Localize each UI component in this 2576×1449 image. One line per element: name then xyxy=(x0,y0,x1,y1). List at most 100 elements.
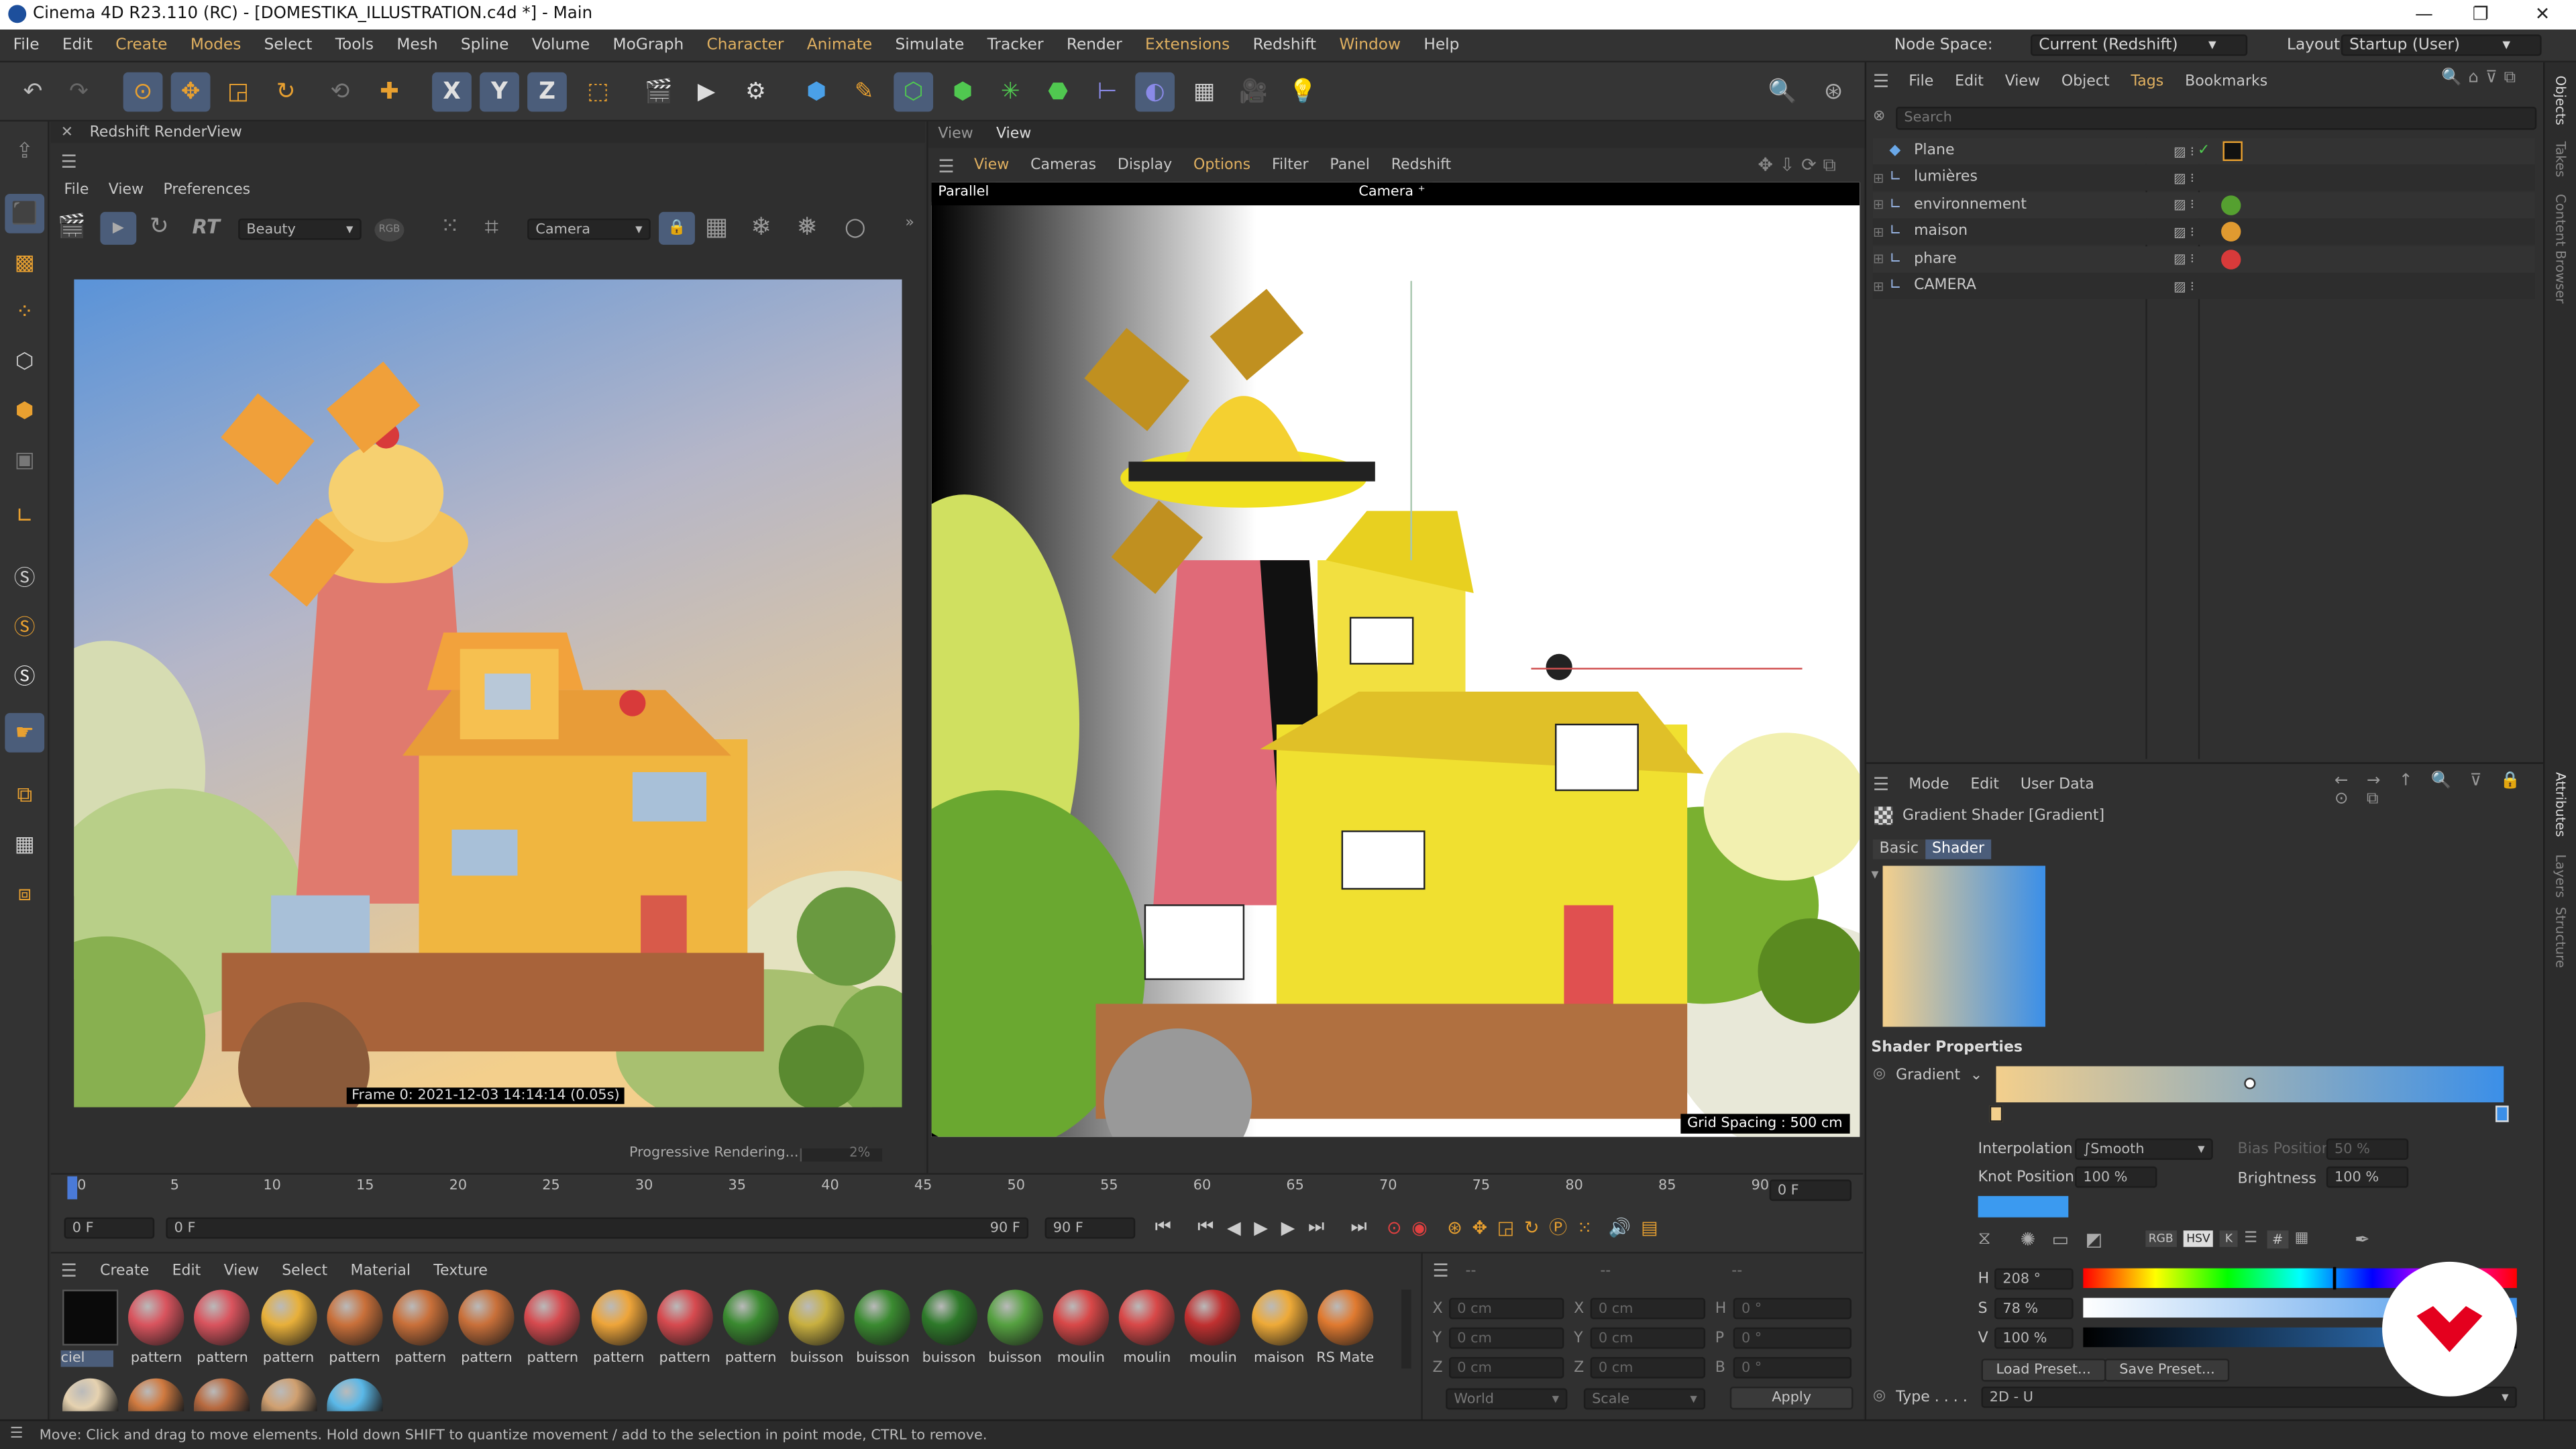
crop-icon[interactable]: ⌗ xyxy=(484,212,498,241)
eyedropper-icon[interactable]: ✒ xyxy=(2355,1228,2370,1250)
timeline-ruler[interactable]: 0 5 10 15 20 25 30 35 40 45 50 55 60 65 70 75 80 85 90 xyxy=(51,1175,1863,1204)
apply-button[interactable]: Apply xyxy=(1729,1386,1854,1410)
om-menu-bookmarks[interactable]: Bookmarks xyxy=(2185,73,2267,89)
prev-key-icon[interactable]: ⏮ xyxy=(1197,1216,1214,1238)
z-axis-lock-button[interactable]: Z xyxy=(527,72,567,112)
prev-frame-icon[interactable]: ◀ xyxy=(1227,1216,1241,1238)
uv-mode-icon[interactable]: ▣ xyxy=(5,440,44,480)
layout-dropdown[interactable]: Startup (User) ▾ xyxy=(2341,34,2542,56)
pos-x-field[interactable]: 0 cm xyxy=(1449,1297,1564,1320)
x-axis-lock-button[interactable]: X xyxy=(432,72,472,112)
gradient-knot-end[interactable] xyxy=(2496,1106,2509,1122)
am-nav-icons[interactable]: ← → ↑ 🔍 ⊽ 🔒 ⊙ ⧉ xyxy=(2334,772,2543,808)
rotation-key-icon[interactable]: ↻ xyxy=(1524,1216,1540,1238)
expand-icon[interactable]: ⊞ xyxy=(1873,252,1889,266)
axis-mode-icon[interactable]: ∟ xyxy=(5,496,44,536)
autokey-icon[interactable]: ◉ xyxy=(1411,1216,1428,1238)
model-mode-icon[interactable]: ⬛ xyxy=(5,193,45,233)
start-frame-field[interactable]: 0 F xyxy=(64,1217,155,1239)
cloner-icon[interactable]: ✳ xyxy=(991,72,1030,112)
polygons-mode-icon[interactable]: ⬢ xyxy=(5,391,44,431)
rot-b-field[interactable]: 0 ° xyxy=(1733,1356,1852,1379)
mograph-icon[interactable]: ⬣ xyxy=(1038,72,1078,112)
node-space-dropdown[interactable]: Current (Redshift) ▾ xyxy=(2030,34,2248,56)
material-thumbnail[interactable] xyxy=(194,1378,251,1411)
go-to-end-icon[interactable]: ⏭ xyxy=(1350,1216,1366,1238)
mm-menu-select[interactable]: Select xyxy=(282,1263,327,1279)
object-row[interactable]: ⊞ ∟ maison ▨ ⁝ xyxy=(1872,219,2535,246)
vp-menu-panel[interactable]: Panel xyxy=(1330,158,1369,174)
position-key-icon[interactable]: ✥ xyxy=(1472,1216,1487,1238)
expand-icon[interactable]: ⊞ xyxy=(1873,278,1889,293)
object-row[interactable]: ⊞ ∟ CAMERA ▨ ⁝ xyxy=(1872,272,2535,299)
material-thumbnail[interactable] xyxy=(260,1378,317,1411)
make-editable-icon[interactable]: ⇪ xyxy=(5,131,44,171)
frame-range-slider[interactable]: 0 F 90 F xyxy=(166,1217,1029,1239)
material-thumbnail[interactable] xyxy=(62,1289,119,1346)
material-thumbnail[interactable] xyxy=(920,1289,977,1346)
vp-menu-cameras[interactable]: Cameras xyxy=(1030,158,1096,174)
dots-grid-icon[interactable]: ⁙ xyxy=(440,213,460,239)
hamburger-icon[interactable]: ☰ xyxy=(1873,70,1889,92)
menu-modes[interactable]: Modes xyxy=(191,36,241,54)
snowflake-all-icon[interactable]: ❅ xyxy=(797,212,818,241)
visibility-toggle[interactable]: ▨ ⁝ xyxy=(2174,170,2194,185)
om-menu-object[interactable]: Object xyxy=(2061,73,2110,89)
workplane-icon[interactable]: ⧉ xyxy=(5,775,44,815)
eyedrop-collapse-icon[interactable]: ⧖ xyxy=(1978,1227,1991,1250)
next-key-icon[interactable]: ⏭ xyxy=(1308,1216,1324,1238)
rotate-tool-icon[interactable]: ↻ xyxy=(266,72,306,112)
render-view-icon[interactable]: ▶ xyxy=(687,72,727,112)
material-thumbnail[interactable] xyxy=(1317,1289,1373,1346)
collapse-icon[interactable]: ▾ xyxy=(1871,867,1878,883)
tab-attributes[interactable]: Attributes xyxy=(2553,772,2568,837)
hamburger-icon[interactable]: ☰ xyxy=(1873,773,1889,795)
material-thumbnail[interactable] xyxy=(458,1289,515,1346)
material-thumbnail[interactable] xyxy=(987,1289,1043,1346)
material-thumbnail[interactable] xyxy=(1053,1289,1110,1346)
expand-icon[interactable]: ⊞ xyxy=(1873,170,1889,185)
pos-z-field[interactable]: 0 cm xyxy=(1449,1356,1564,1379)
animate-dot-icon[interactable]: ◎ xyxy=(1873,1066,1886,1082)
vp-menu-options[interactable]: Options xyxy=(1193,158,1250,174)
visibility-toggle[interactable]: ▨ ⁝ xyxy=(2174,198,2194,213)
scale-tool-icon[interactable]: ◲ xyxy=(219,72,258,112)
camera-dropdown[interactable]: Camera ▾ xyxy=(527,218,651,240)
renderview-tab[interactable]: Redshift RenderView xyxy=(90,124,242,140)
material-thumbnail[interactable] xyxy=(392,1289,449,1346)
tab-content-browser[interactable]: Content Browser xyxy=(2553,194,2568,304)
mm-menu-texture[interactable]: Texture xyxy=(433,1263,488,1279)
color-wheel-icon[interactable]: ✺ xyxy=(2021,1228,2036,1250)
search-close-icon[interactable]: ⊗ xyxy=(1873,109,1885,125)
rv-menu-view[interactable]: View xyxy=(109,182,144,199)
material-thumbnail[interactable] xyxy=(128,1289,184,1346)
menu-file[interactable]: File xyxy=(13,36,40,54)
menu-character[interactable]: Character xyxy=(707,36,784,54)
brightness-field[interactable]: 100 % xyxy=(2326,1166,2409,1188)
material-thumbnail[interactable] xyxy=(590,1289,647,1346)
recent-tool-icon[interactable]: ⟲ xyxy=(321,72,360,112)
menu-tracker[interactable]: Tracker xyxy=(987,36,1044,54)
grid-view-icon[interactable]: ▦ xyxy=(705,212,729,241)
bias-position-field[interactable]: 50 % xyxy=(2326,1138,2409,1160)
gradient-knot-start[interactable] xyxy=(1989,1106,2003,1122)
vp-menu-view[interactable]: View xyxy=(974,158,1009,174)
gradient-bar[interactable] xyxy=(1996,1066,2504,1103)
menu-spline[interactable]: Spline xyxy=(461,36,509,54)
expand-icon[interactable]: ⊞ xyxy=(1873,225,1889,239)
viewport-nav-icons[interactable]: ✥⇩⟳⧉ xyxy=(1758,154,1842,177)
menu-volume[interactable]: Volume xyxy=(532,36,590,54)
menu-redshift[interactable]: Redshift xyxy=(1253,36,1316,54)
edges-mode-icon[interactable]: ⬡ xyxy=(5,341,44,381)
play-render-icon[interactable]: ▶ xyxy=(100,211,137,245)
material-tag-icon[interactable] xyxy=(2220,195,2241,215)
hex-mode-button[interactable]: # xyxy=(2267,1230,2288,1248)
keyframe-selection-icon[interactable]: ⊛ xyxy=(1447,1216,1462,1238)
material-thumbnail[interactable] xyxy=(1185,1289,1241,1346)
coord-system-dropdown[interactable]: World ▾ xyxy=(1446,1388,1568,1410)
hamburger-icon[interactable]: ☰ xyxy=(61,151,77,172)
size-z-field[interactable]: 0 cm xyxy=(1590,1356,1706,1379)
material-tag-icon[interactable] xyxy=(2220,222,2241,242)
expand-icon[interactable]: ⊞ xyxy=(1873,198,1889,213)
gradient-bias-handle[interactable] xyxy=(2244,1077,2256,1089)
